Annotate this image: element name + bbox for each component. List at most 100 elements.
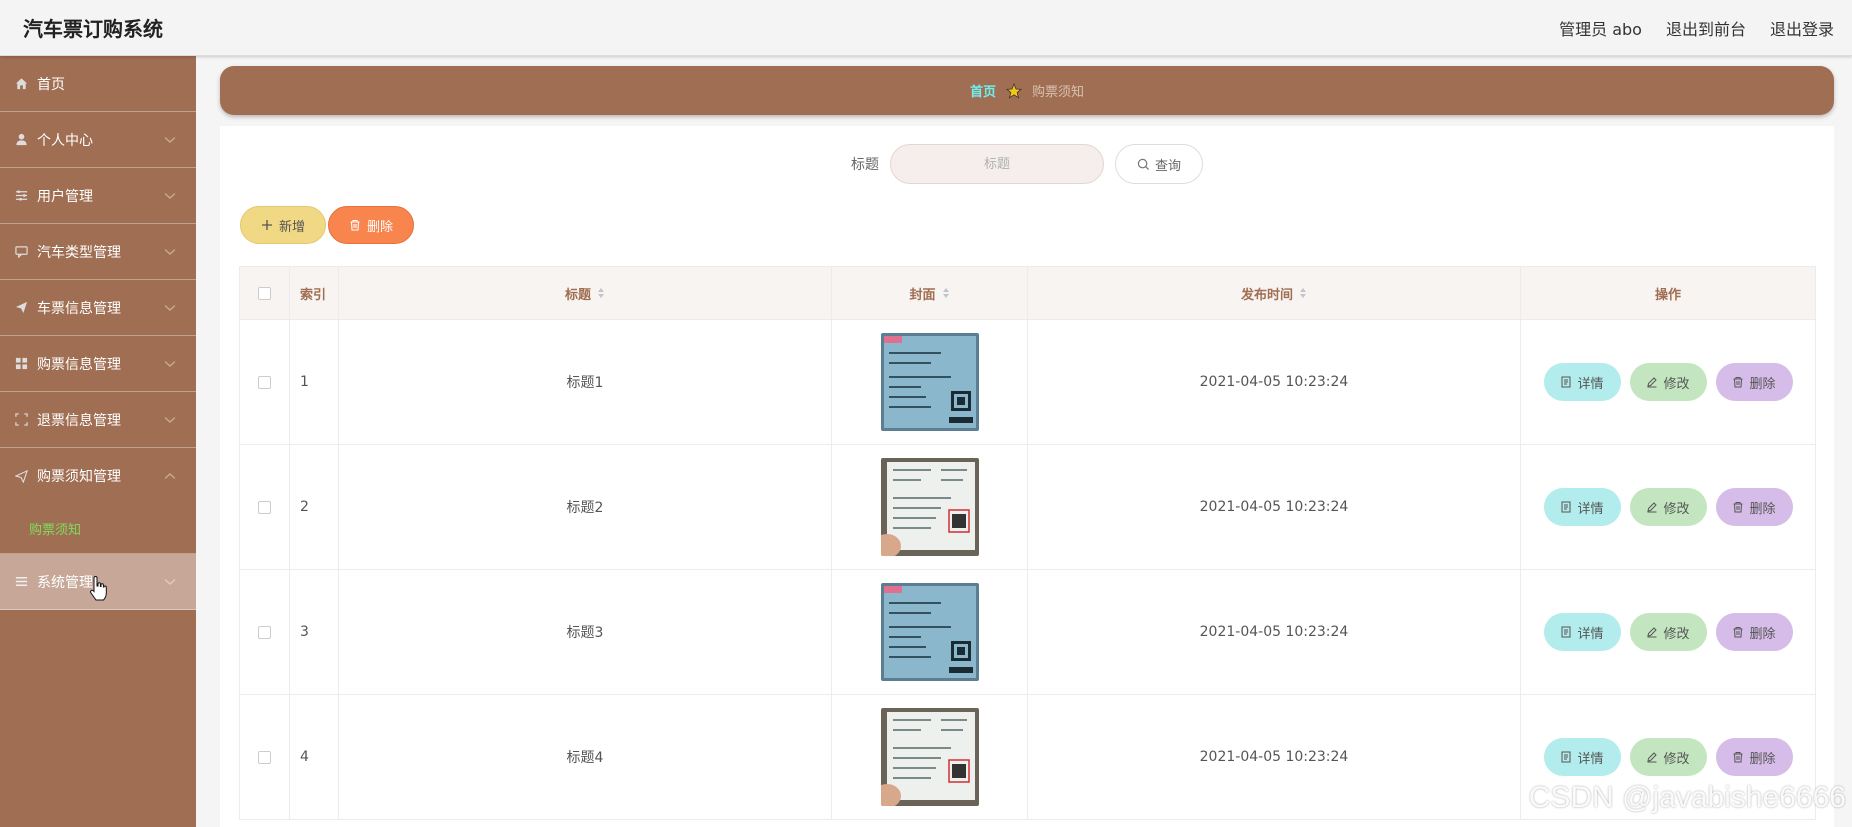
chevron-down-icon: [164, 304, 176, 311]
sidebar-item-label: 汽车类型管理: [37, 244, 121, 261]
chevron-down-icon: [164, 136, 176, 143]
trash-icon: [1733, 502, 1743, 513]
header-title[interactable]: 标题: [339, 267, 832, 319]
sidebar-item-user-management[interactable]: 用户管理: [0, 168, 196, 224]
plus-icon: [261, 220, 272, 230]
grid-icon: [14, 357, 28, 371]
admin-user-label[interactable]: 管理员 abo: [1559, 16, 1642, 40]
list-icon: [14, 575, 28, 589]
row-checkbox[interactable]: [258, 500, 271, 514]
row-delete-button-label: 删除: [1749, 626, 1776, 642]
row-index: 3: [290, 570, 339, 694]
row-delete-button-label: 删除: [1749, 376, 1776, 392]
sidebar-item-purchase-info-management[interactable]: 购票信息管理: [0, 336, 196, 392]
sidebar-subitem-notice[interactable]: 购票须知: [0, 504, 196, 554]
add-button[interactable]: 新增: [240, 206, 326, 244]
table-row: 3 标题3 2021-04-05 10:23:24 详情 修改 删除: [240, 570, 1815, 695]
row-delete-button[interactable]: 删除: [1715, 613, 1793, 651]
chevron-down-icon: [164, 360, 176, 367]
edit-button[interactable]: 修改: [1629, 488, 1707, 526]
row-checkbox-cell: [240, 445, 290, 569]
row-delete-button[interactable]: 删除: [1715, 363, 1793, 401]
row-time: 2021-04-05 10:23:24: [1028, 320, 1521, 444]
sidebar-item-home[interactable]: 首页: [0, 56, 196, 112]
edit-button[interactable]: 修改: [1629, 613, 1707, 651]
query-button[interactable]: 查询: [1115, 144, 1203, 184]
detail-button[interactable]: 详情: [1543, 488, 1621, 526]
document-icon: [1561, 501, 1571, 513]
header-title-label: 标题: [564, 287, 591, 303]
cover-image[interactable]: [880, 708, 979, 806]
chevron-up-icon: [164, 473, 176, 480]
header-ops: 操作: [1521, 267, 1815, 319]
header-index-label: 索引: [300, 287, 327, 303]
sort-icon[interactable]: [597, 287, 605, 299]
frame-icon: [14, 413, 28, 427]
sidebar-item-personal-center[interactable]: 个人中心: [0, 112, 196, 168]
batch-delete-button-label: 删除: [366, 219, 393, 235]
home-icon: [14, 77, 28, 91]
table-header: 索引 标题 封面 发布时间 操作: [240, 266, 1815, 320]
exit-to-front-link[interactable]: 退出到前台: [1666, 16, 1746, 40]
header-cover[interactable]: 封面: [832, 267, 1028, 319]
detail-button[interactable]: 详情: [1543, 363, 1621, 401]
breadcrumb-home-link[interactable]: 首页: [970, 81, 996, 100]
row-delete-button-label: 删除: [1749, 501, 1776, 517]
row-checkbox-cell: [240, 695, 290, 819]
document-icon: [1561, 626, 1571, 638]
row-checkbox[interactable]: [258, 375, 271, 389]
sort-icon[interactable]: [1299, 287, 1307, 299]
detail-button-label: 详情: [1577, 376, 1604, 392]
send-icon: [14, 301, 28, 315]
row-delete-button[interactable]: 删除: [1715, 488, 1793, 526]
row-title: 标题1: [339, 320, 832, 444]
detail-button[interactable]: 详情: [1543, 613, 1621, 651]
cover-image[interactable]: [880, 333, 979, 431]
toolbar: 新增 删除: [240, 206, 414, 244]
header-actions: 管理员 abo 退出到前台 退出登录: [1559, 16, 1834, 40]
pencil-icon: [1647, 627, 1658, 638]
header-cover-label: 封面: [909, 287, 936, 303]
sidebar-item-refund-info-management[interactable]: 退票信息管理: [0, 392, 196, 448]
row-delete-button[interactable]: 删除: [1715, 738, 1793, 776]
ticket-image: [880, 583, 979, 681]
sidebar-item-ticket-info-management[interactable]: 车票信息管理: [0, 280, 196, 336]
row-delete-button-label: 删除: [1749, 751, 1776, 767]
sidebar-item-bus-type-management[interactable]: 汽车类型管理: [0, 224, 196, 280]
title-search-input[interactable]: [890, 144, 1104, 184]
edit-button[interactable]: 修改: [1629, 738, 1707, 776]
header-checkbox-cell: [240, 267, 290, 319]
detail-button-label: 详情: [1577, 501, 1604, 517]
ticket-image: [880, 458, 979, 556]
logout-link[interactable]: 退出登录: [1770, 16, 1834, 40]
sidebar-item-label: 退票信息管理: [37, 412, 121, 429]
pencil-icon: [1647, 752, 1658, 763]
chevron-down-icon: [164, 416, 176, 423]
header-time-label: 发布时间: [1240, 287, 1293, 303]
user-icon: [14, 133, 28, 147]
pencil-icon: [1647, 502, 1658, 513]
query-button-label: 查询: [1154, 158, 1181, 174]
sliders-icon: [14, 189, 28, 203]
edit-button[interactable]: 修改: [1629, 363, 1707, 401]
select-all-checkbox[interactable]: [258, 286, 271, 300]
batch-delete-button[interactable]: 删除: [328, 206, 414, 244]
table-body: 1 标题1 2021-04-05 10:23:24 详情 修改 删除 2 标题2 2021-04…: [240, 320, 1815, 820]
sort-icon[interactable]: [942, 287, 950, 299]
ticket-image: [880, 333, 979, 431]
row-checkbox[interactable]: [258, 750, 271, 764]
row-checkbox[interactable]: [258, 625, 271, 639]
cover-image[interactable]: [880, 458, 979, 556]
sidebar-item-notice-management[interactable]: 购票须知管理: [0, 448, 196, 504]
chat-icon: [14, 245, 28, 259]
row-time: 2021-04-05 10:23:24: [1028, 695, 1521, 819]
send-icon: [14, 469, 28, 483]
cover-image[interactable]: [880, 583, 979, 681]
breadcrumb-current: 购票须知: [1032, 85, 1085, 100]
table-row: 1 标题1 2021-04-05 10:23:24 详情 修改 删除: [240, 320, 1815, 445]
app-title: 汽车票订购系统: [23, 17, 163, 41]
notice-table: 索引 标题 封面 发布时间 操作 1 标题1 2021-04-05 10:23:24…: [239, 266, 1816, 820]
detail-button[interactable]: 详情: [1543, 738, 1621, 776]
header-time[interactable]: 发布时间: [1028, 267, 1521, 319]
search-icon: [1137, 158, 1150, 170]
